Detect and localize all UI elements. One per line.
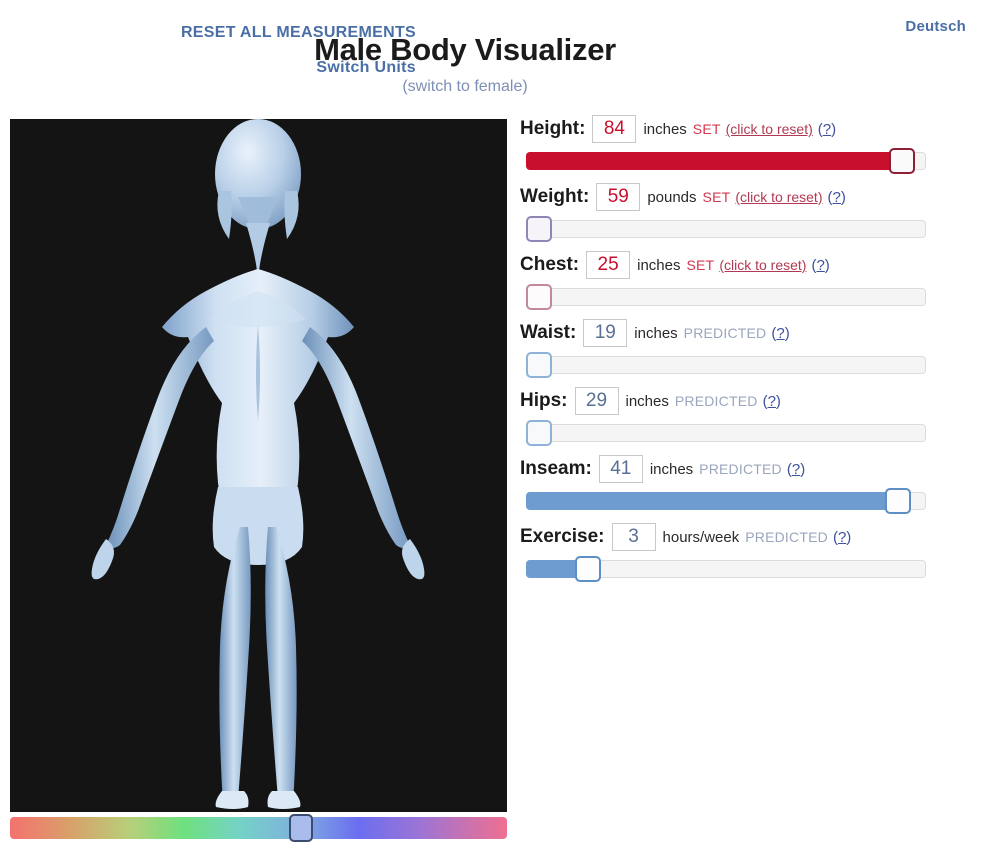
label-chest: Chest: <box>520 254 579 276</box>
unit-label-chest: inches <box>637 257 680 274</box>
value-input-height[interactable] <box>592 115 636 143</box>
measurement-line-inseam: Inseam: inches PREDICTED (?) <box>520 452 985 486</box>
measurement-line-hips: Hips: inches PREDICTED (?) <box>520 384 985 418</box>
background-hue-slider[interactable] <box>10 817 507 839</box>
body-model-figure <box>10 119 507 812</box>
slider-inseam[interactable] <box>526 488 926 514</box>
reset-link-chest[interactable]: (click to reset) <box>719 257 806 273</box>
slider-height[interactable] <box>526 148 926 174</box>
measurement-line-exercise: Exercise: hours/week PREDICTED (?) <box>520 520 985 554</box>
slider-fill-exercise <box>526 560 578 578</box>
slider-exercise[interactable] <box>526 556 926 582</box>
slider-fill-height <box>526 152 914 170</box>
measurement-line-waist: Waist: inches PREDICTED(?) <box>520 316 985 350</box>
label-hips: Hips: <box>520 390 568 412</box>
unit-label-waist: inches <box>634 325 677 342</box>
state-label-chest: SET <box>686 257 714 273</box>
slider-handle-exercise[interactable] <box>575 556 601 582</box>
unit-label-weight: pounds <box>647 189 696 206</box>
measurement-row-chest: Chest: inches SET (click to reset) (?) <box>520 248 985 310</box>
value-input-chest[interactable] <box>586 251 630 279</box>
slider-track-waist[interactable] <box>526 356 926 374</box>
help-link-hips[interactable]: (?) <box>763 393 781 410</box>
help-link-waist[interactable]: (?) <box>771 325 789 342</box>
value-input-exercise[interactable] <box>612 523 656 551</box>
reset-link-weight[interactable]: (click to reset) <box>735 189 822 205</box>
measurement-row-waist: Waist: inches PREDICTED(?) <box>520 316 985 378</box>
slider-hips[interactable] <box>526 420 926 446</box>
slider-weight[interactable] <box>526 216 926 242</box>
unit-label-hips: inches <box>626 393 669 410</box>
label-height: Height: <box>520 118 585 140</box>
label-inseam: Inseam: <box>520 458 592 480</box>
help-link-exercise[interactable]: (?) <box>833 529 851 546</box>
slider-track-hips[interactable] <box>526 424 926 442</box>
help-link-chest[interactable]: (?) <box>811 257 829 274</box>
slider-handle-chest[interactable] <box>526 284 552 310</box>
label-weight: Weight: <box>520 186 589 208</box>
slider-handle-waist[interactable] <box>526 352 552 378</box>
unit-label-height: inches <box>643 121 686 138</box>
unit-label-inseam: inches <box>650 461 693 478</box>
measurement-row-weight: Weight: pounds SET(click to reset) (?) <box>520 180 985 242</box>
value-input-hips[interactable] <box>575 387 619 415</box>
measurement-line-weight: Weight: pounds SET(click to reset) (?) <box>520 180 985 214</box>
unit-label-exercise: hours/week <box>663 529 740 546</box>
page-title: Male Body Visualizer <box>0 32 930 68</box>
state-label-waist: PREDICTED <box>684 325 767 341</box>
measurement-controls-panel: Height:inchesSET(click to reset)(?)Weigh… <box>520 112 985 588</box>
help-link-inseam[interactable]: (?) <box>787 461 805 478</box>
label-waist: Waist: <box>520 322 576 344</box>
body-model-viewport[interactable] <box>10 119 507 812</box>
value-input-inseam[interactable] <box>599 455 643 483</box>
state-label-exercise: PREDICTED <box>745 529 828 545</box>
slider-fill-inseam <box>526 492 910 510</box>
measurement-row-hips: Hips: inches PREDICTED (?) <box>520 384 985 446</box>
measurement-line-height: Height: inches SET (click to reset) (?) <box>520 112 985 146</box>
slider-chest[interactable] <box>526 284 926 310</box>
switch-to-female-link[interactable]: (switch to female) <box>0 78 930 96</box>
slider-handle-height[interactable] <box>889 148 915 174</box>
background-hue-slider-handle[interactable] <box>289 814 313 842</box>
help-link-weight[interactable]: (?) <box>827 189 845 206</box>
state-label-inseam: PREDICTED <box>699 461 782 477</box>
measurement-row-exercise: Exercise: hours/week PREDICTED (?) <box>520 520 985 582</box>
slider-handle-hips[interactable] <box>526 420 552 446</box>
slider-track-chest[interactable] <box>526 288 926 306</box>
state-label-height: SET <box>693 121 721 137</box>
state-label-hips: PREDICTED <box>675 393 758 409</box>
value-input-waist[interactable] <box>583 319 627 347</box>
value-input-weight[interactable] <box>596 183 640 211</box>
slider-handle-weight[interactable] <box>526 216 552 242</box>
slider-track-weight[interactable] <box>526 220 926 238</box>
measurement-line-chest: Chest: inches SET (click to reset) (?) <box>520 248 985 282</box>
measurement-row-inseam: Inseam: inches PREDICTED (?) <box>520 452 985 514</box>
reset-link-height[interactable]: (click to reset) <box>726 121 813 137</box>
label-exercise: Exercise: <box>520 526 605 548</box>
slider-handle-inseam[interactable] <box>885 488 911 514</box>
measurement-row-height: Height: inches SET (click to reset) (?) <box>520 112 985 174</box>
help-link-height[interactable]: (?) <box>818 121 836 138</box>
state-label-weight: SET <box>703 189 731 205</box>
slider-waist[interactable] <box>526 352 926 378</box>
